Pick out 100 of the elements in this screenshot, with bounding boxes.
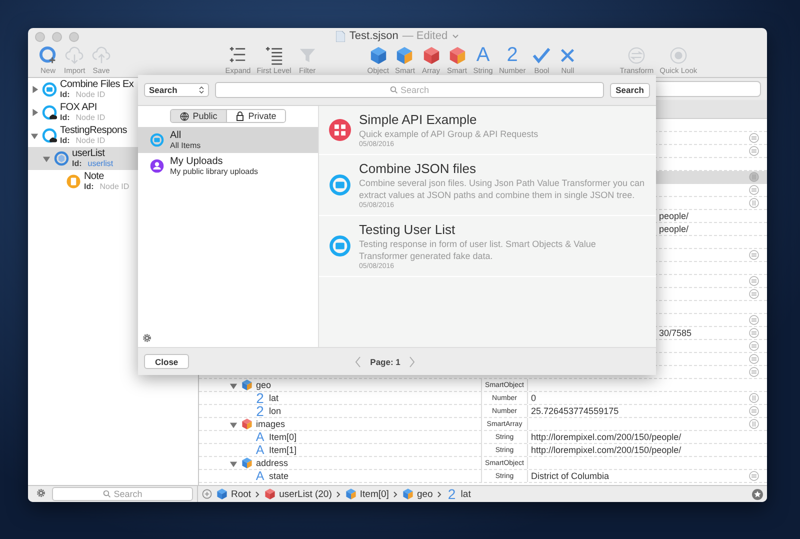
folder-icon bbox=[150, 133, 164, 147]
disclosure-triangle-icon[interactable] bbox=[229, 380, 238, 390]
type-glyph-icon: A bbox=[254, 470, 266, 482]
path-crumb[interactable]: geo bbox=[402, 488, 433, 500]
segment-tab[interactable]: Public bbox=[170, 110, 226, 122]
key-name: state bbox=[269, 471, 289, 481]
node-name: Note bbox=[84, 171, 105, 182]
item-description: Combine several json files. Using Json Path Value Transformer you can extract values at JSON paths and combine them in single JSON tree. bbox=[359, 177, 646, 201]
cube-icon bbox=[241, 418, 253, 430]
key-name: address bbox=[256, 458, 288, 468]
page-label: Page: 1 bbox=[370, 356, 400, 366]
type-glyph-icon: A bbox=[254, 431, 266, 443]
type-glyph-icon: 2 bbox=[506, 46, 518, 65]
type-glyph-icon: A bbox=[254, 444, 266, 456]
chevron-right-icon bbox=[336, 490, 341, 498]
cube-icon bbox=[448, 46, 466, 65]
document-icon bbox=[336, 30, 346, 42]
item-title: Combine JSON files bbox=[359, 161, 478, 176]
key-name: lon bbox=[269, 406, 282, 416]
updown-icon bbox=[199, 86, 204, 94]
node-id: Node ID bbox=[76, 136, 106, 146]
item-description: Quick example of API Group & API Requests bbox=[359, 128, 538, 140]
path-crumb[interactable]: 2 lat bbox=[446, 488, 471, 500]
key-name: Item[1] bbox=[269, 445, 297, 455]
cube-icon bbox=[344, 488, 357, 500]
key-name: geo bbox=[256, 380, 272, 390]
disclosure-triangle-icon[interactable] bbox=[30, 131, 39, 140]
previous-page-icon[interactable] bbox=[354, 356, 362, 368]
disclosure-triangle-icon[interactable] bbox=[42, 154, 51, 163]
settings-icon[interactable] bbox=[142, 333, 152, 343]
cube-icon bbox=[264, 488, 276, 500]
library-source-item[interactable]: All All Items bbox=[138, 127, 318, 153]
source-title: All bbox=[170, 130, 182, 141]
window-title: Test.sjson bbox=[349, 30, 398, 42]
globe-icon bbox=[180, 112, 189, 120]
item-description: Testing response in form of user list. Smart Objects & Value Transformer generated fake data. bbox=[359, 238, 597, 262]
type-glyph-icon: A bbox=[476, 46, 490, 65]
folder-icon bbox=[329, 174, 351, 196]
search-icon bbox=[102, 490, 111, 498]
disclosure-triangle-icon[interactable] bbox=[30, 108, 39, 117]
path-crumb[interactable]: Item[0] bbox=[344, 488, 389, 500]
id-label: Id: bbox=[84, 182, 94, 192]
value-text: District of Columbia bbox=[531, 471, 610, 481]
cube-icon bbox=[395, 46, 414, 65]
chevron-down-icon[interactable] bbox=[452, 34, 459, 38]
cube-icon bbox=[241, 457, 253, 469]
add-icon[interactable] bbox=[202, 489, 212, 499]
path-crumb[interactable]: userList (20) bbox=[264, 488, 332, 500]
path-crumb[interactable]: Root bbox=[216, 488, 252, 500]
type-glyph-icon: 2 bbox=[254, 392, 266, 404]
node-name: FOX API bbox=[60, 102, 98, 113]
key-name: lat bbox=[269, 393, 279, 403]
id-label: Id: bbox=[60, 90, 70, 100]
star-icon[interactable] bbox=[752, 488, 763, 500]
cube-icon bbox=[402, 488, 414, 500]
node-id: Node ID bbox=[76, 113, 106, 123]
cube-icon bbox=[216, 488, 228, 500]
chevron-right-icon bbox=[392, 490, 398, 498]
settings-icon[interactable] bbox=[36, 488, 46, 498]
node-name: Combine Files Ex bbox=[60, 79, 134, 90]
close-window-button[interactable] bbox=[35, 32, 45, 42]
list-icon bbox=[264, 46, 284, 65]
key-name: images bbox=[256, 419, 286, 429]
cloud-download-icon bbox=[65, 46, 84, 65]
cube-icon bbox=[368, 46, 388, 65]
node-id: userlist bbox=[88, 159, 114, 169]
cube-icon bbox=[422, 46, 440, 65]
source-subtitle: My public library uploads bbox=[170, 167, 258, 176]
value-text: 30/7585 bbox=[659, 328, 692, 338]
note-icon bbox=[66, 174, 81, 189]
node-name: TestingRespons bbox=[60, 125, 127, 136]
minimize-window-button[interactable] bbox=[52, 32, 62, 42]
disclosure-triangle-icon[interactable] bbox=[229, 420, 238, 428]
disclosure-triangle-icon[interactable] bbox=[30, 85, 39, 94]
value-text: http://lorempixel.com/200/150/people/ bbox=[531, 445, 682, 455]
scope-select[interactable]: Search bbox=[144, 83, 209, 97]
item-title: Simple API Example bbox=[359, 112, 478, 127]
chevron-right-icon bbox=[436, 490, 442, 498]
item-title: Testing User List bbox=[359, 222, 456, 237]
value-text: http://lorempixel.com/200/150/people/ bbox=[531, 432, 682, 442]
search-icon bbox=[390, 86, 398, 94]
id-label: Id: bbox=[60, 113, 70, 123]
chevron-right-icon bbox=[255, 490, 260, 498]
search-button[interactable]: Search bbox=[610, 82, 650, 98]
close-button[interactable]: Close bbox=[144, 354, 190, 369]
user-icon bbox=[150, 159, 164, 173]
node-id: Node ID bbox=[76, 90, 106, 100]
grid-icon bbox=[329, 119, 351, 141]
disclosure-triangle-icon[interactable] bbox=[229, 458, 238, 468]
lock-icon bbox=[236, 111, 244, 121]
next-page-icon[interactable] bbox=[408, 356, 416, 368]
folder-icon bbox=[42, 82, 57, 97]
node-name: userList bbox=[72, 148, 106, 159]
value-text: 25.726453774559175 bbox=[531, 406, 619, 416]
id-label: Id: bbox=[72, 159, 82, 169]
type-glyph-icon: 2 bbox=[254, 405, 266, 417]
segment-tab[interactable]: Private bbox=[226, 110, 286, 122]
zoom-window-button[interactable] bbox=[69, 32, 79, 42]
object-node-icon bbox=[54, 151, 69, 166]
source-subtitle: All Items bbox=[170, 141, 201, 150]
